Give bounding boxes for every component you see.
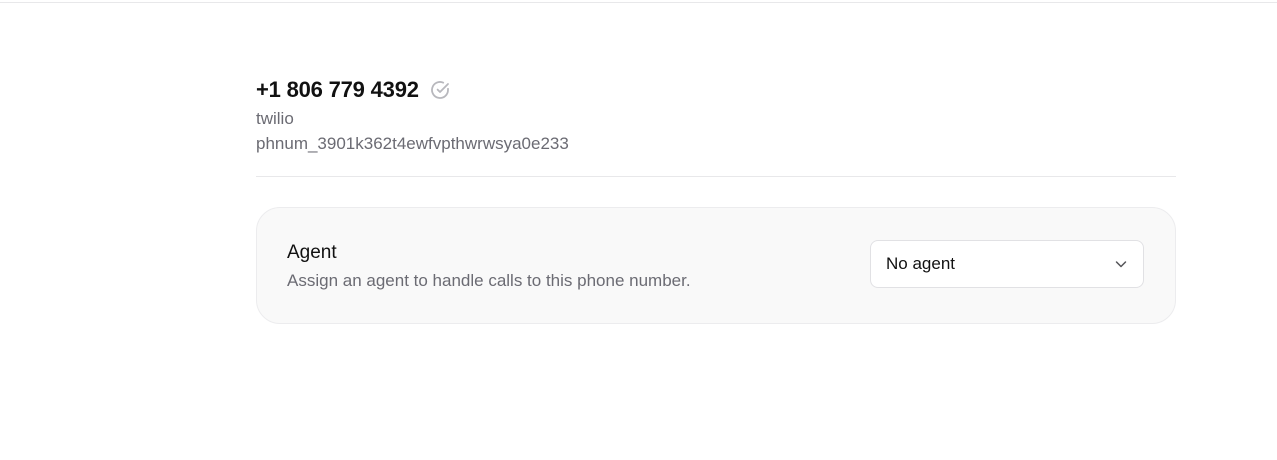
chevron-down-icon <box>1113 256 1129 272</box>
check-circle-icon <box>429 79 451 101</box>
phone-number-header: +1 806 779 4392 <box>256 76 451 104</box>
agent-section-description: Assign an agent to handle calls to this … <box>287 271 691 290</box>
top-divider <box>0 2 1277 3</box>
phone-provider: twilio <box>256 109 294 128</box>
phone-number-id: phnum_3901k362t4ewfvpthwrwsya0e233 <box>256 134 569 153</box>
section-divider <box>256 176 1176 177</box>
agent-section-title: Agent <box>287 242 337 263</box>
agent-select[interactable]: No agent <box>870 240 1144 288</box>
agent-assignment-card: Agent Assign an agent to handle calls to… <box>256 207 1176 324</box>
phone-number-title: +1 806 779 4392 <box>256 77 419 102</box>
agent-select-value: No agent <box>886 254 955 273</box>
